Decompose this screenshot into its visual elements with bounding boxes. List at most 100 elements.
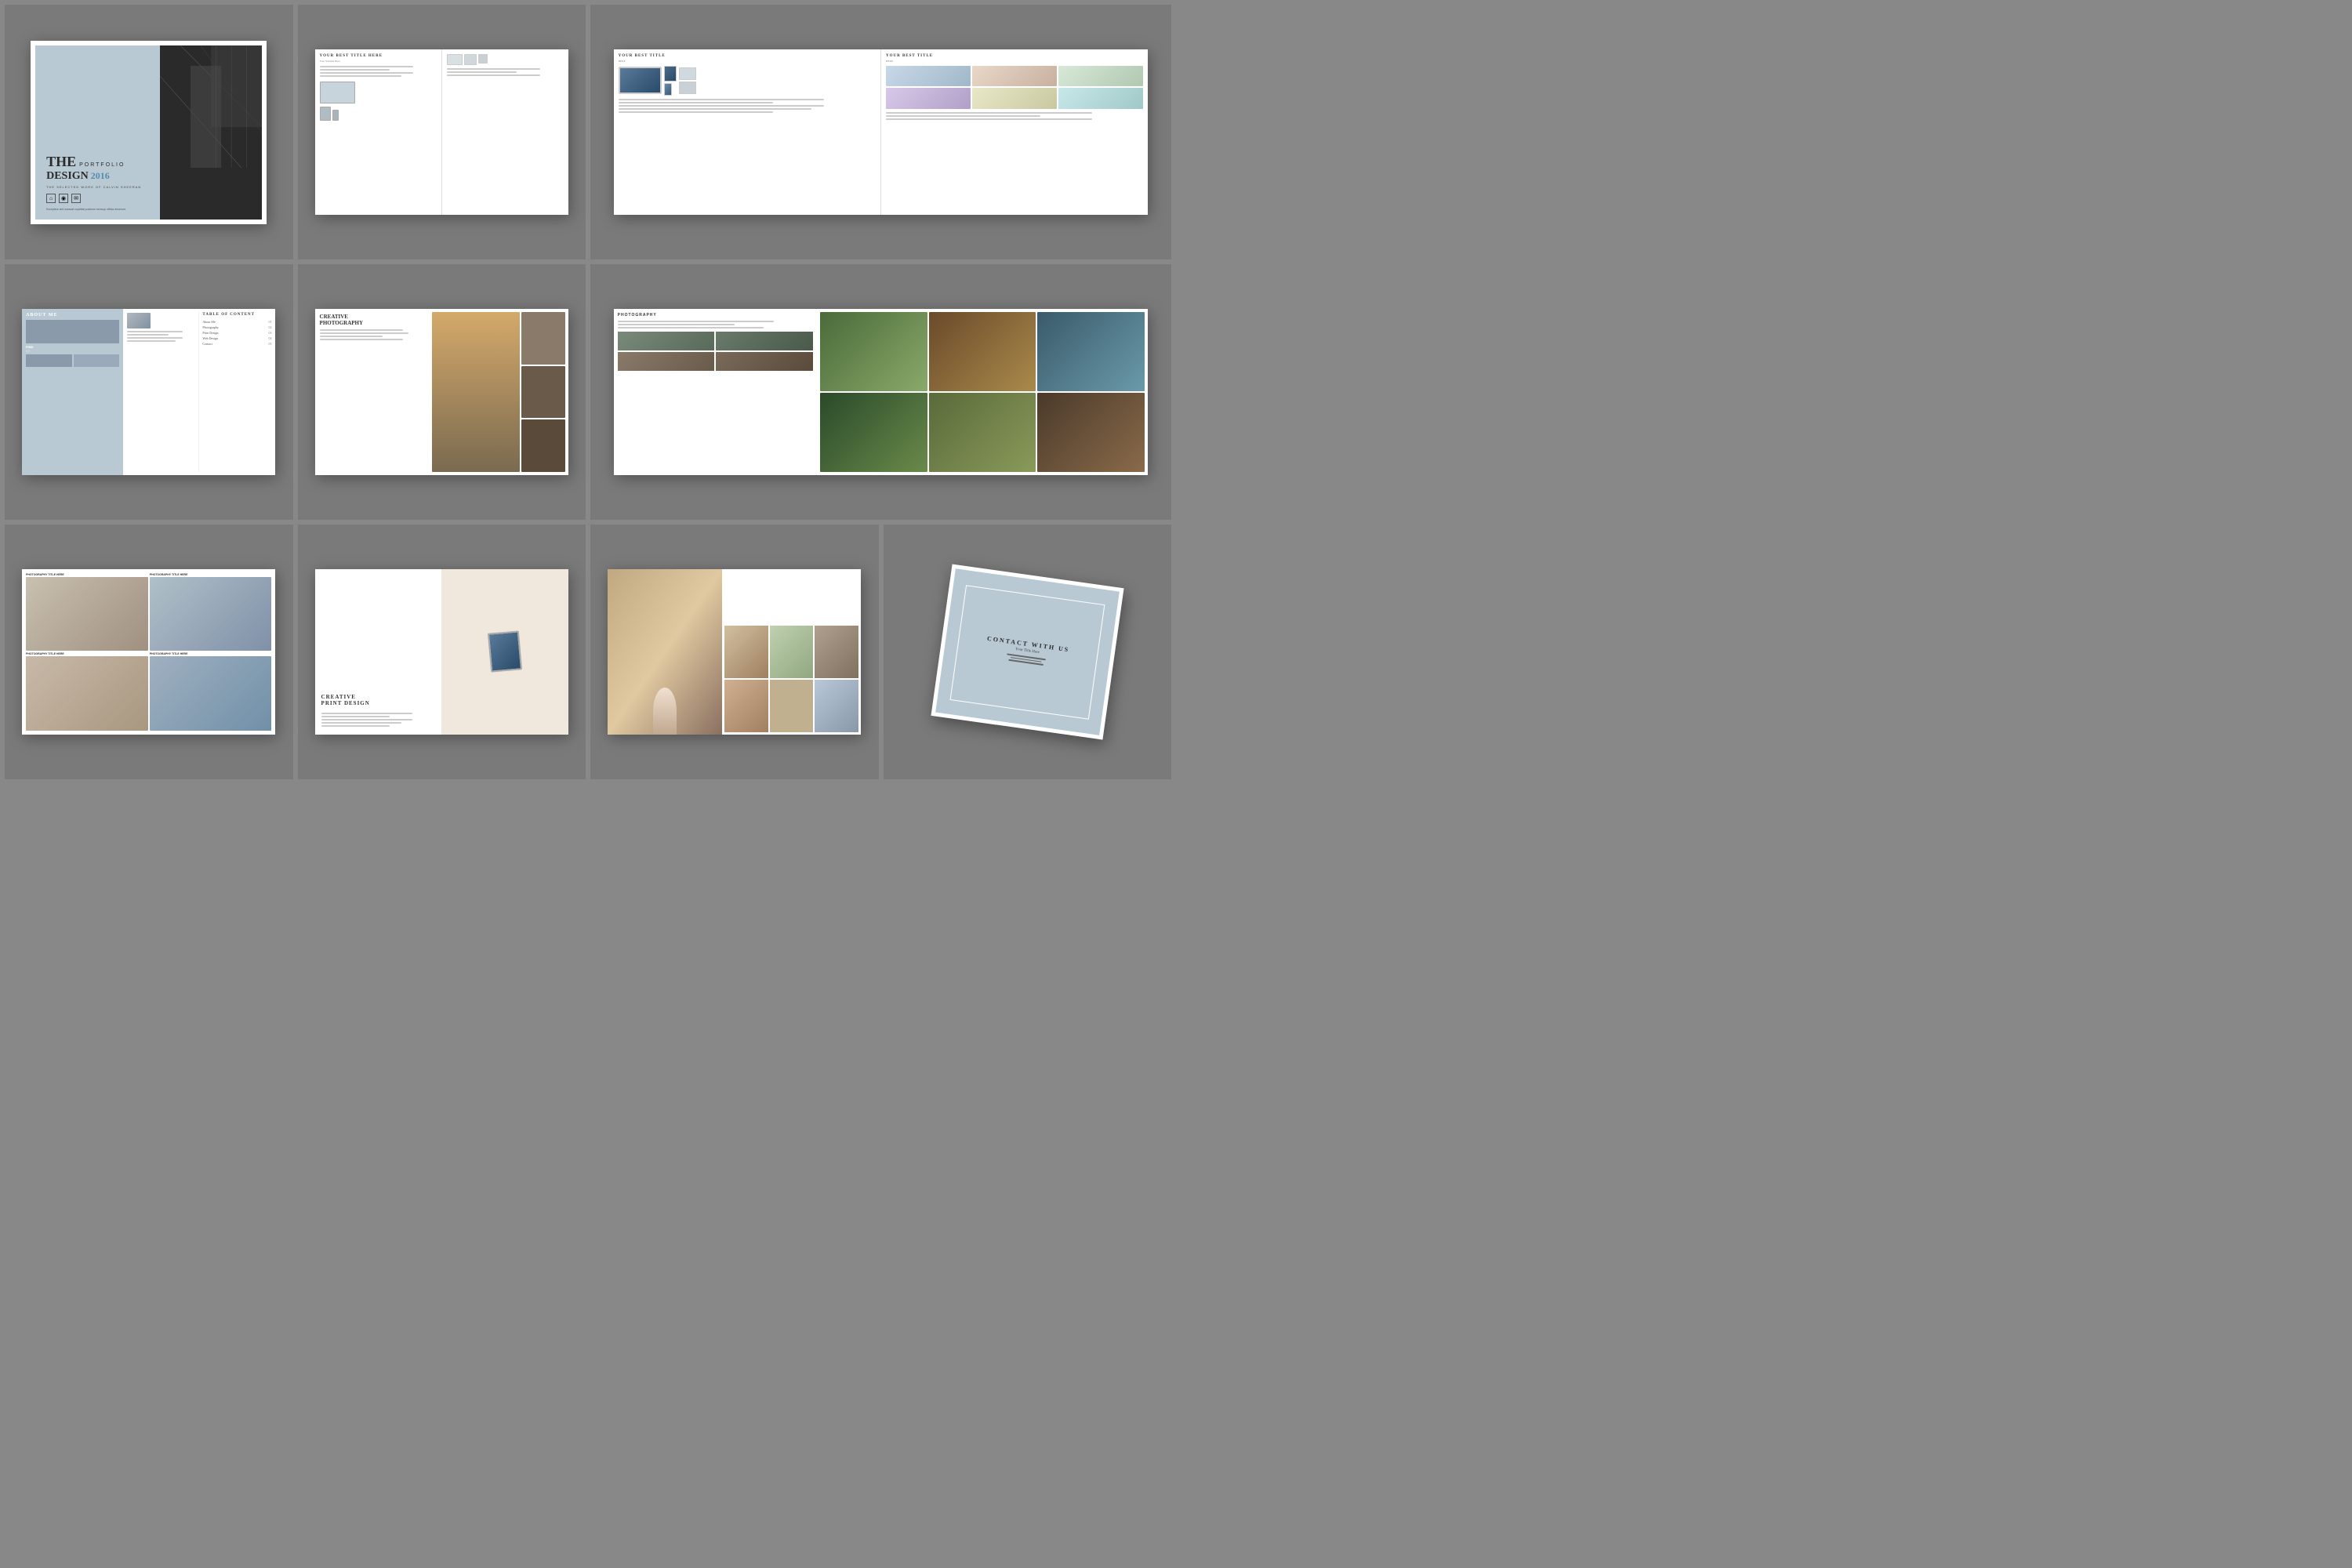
thumb-3	[521, 419, 565, 471]
print-design-right	[441, 569, 568, 735]
toc-heading: TABLE OF CONTENT	[202, 313, 271, 317]
cell-cover: THE PORTFOLIO DESIGN 2016 THE SELECTED W…	[5, 5, 293, 260]
tl1	[447, 68, 540, 70]
abt2	[127, 334, 169, 336]
about-booklet: ABOUT ME FIND ME TABLE OF CON	[22, 309, 275, 474]
mp-main-grid	[817, 309, 1149, 474]
ptl3	[320, 336, 383, 337]
cell-web-mockup-1: YOUR BEST TITLE HERE Your Subtitle Here	[298, 5, 586, 260]
l5	[619, 111, 773, 113]
icon-mail: ✉	[71, 194, 81, 203]
cell-about: ABOUT ME FIND ME TABLE OF CON	[5, 264, 293, 519]
photo-sm-2	[74, 354, 120, 367]
pg2	[972, 66, 1057, 87]
wm2r-lines	[886, 112, 1143, 120]
creative-label: CREATIVE	[320, 314, 425, 320]
cover-subtitle: THE SELECTED WORK OF CALVIN SHEERAN	[46, 185, 152, 189]
cover-right-page	[160, 45, 262, 220]
gphoto-4	[820, 393, 927, 472]
print-mockups-booklet: PHOTOGRAPHY TITLE HERE PHOTOGRAPHY TITLE…	[22, 569, 275, 735]
about-text-col	[127, 313, 199, 470]
photo-section-title: CREATIVE PHOTOGRAPHY	[320, 314, 425, 326]
wt-4	[724, 680, 768, 732]
thumb-1	[521, 312, 565, 364]
pdl4	[321, 722, 401, 724]
abt3	[127, 337, 182, 339]
ptl2	[320, 332, 408, 334]
tl2	[447, 71, 517, 73]
wedding-figure	[653, 688, 677, 735]
cell-contact-card: CONTACT WITH US Your Title Here	[884, 524, 1172, 779]
text-line-3	[320, 72, 413, 74]
mpg3	[618, 352, 715, 371]
pdl3	[321, 719, 413, 720]
frame-2	[679, 82, 696, 94]
pi-img-4	[150, 656, 272, 731]
mpl2	[618, 324, 735, 325]
tl3	[447, 74, 540, 76]
print-design-booklet: CREATIVE PRINT DESIGN	[315, 569, 568, 735]
photography-label: PHOTOGRAPHY	[320, 320, 425, 326]
wm2-lines	[619, 99, 876, 113]
print-design-label: PRINT DESIGN	[321, 700, 436, 706]
pi-img-3	[26, 656, 148, 731]
print-item-2: PHOTOGRAPHY TITLE HERE	[150, 573, 272, 652]
gphoto-5	[929, 393, 1036, 472]
cover-title-portfolio: PORTFOLIO	[79, 162, 125, 168]
cover-architecture-svg	[160, 45, 262, 168]
cover-title-year: 2016	[91, 170, 110, 182]
thumb-2	[521, 366, 565, 418]
laptop-device	[320, 82, 355, 103]
wm2-left: YOUR BEST TITLE HERE	[614, 49, 880, 215]
mpl1	[618, 321, 774, 322]
print-grid: PHOTOGRAPHY TITLE HERE PHOTOGRAPHY TITLE…	[26, 573, 271, 731]
about-page-left: ABOUT ME FIND ME	[22, 309, 123, 474]
mpg2	[716, 332, 813, 350]
l3	[619, 105, 825, 107]
cell-photography: CREATIVE PHOTOGRAPHY	[298, 264, 586, 519]
wm2-frames	[679, 67, 696, 94]
about-small-photos	[26, 354, 119, 367]
abt1	[127, 331, 182, 332]
toc-item-3: Print Design 03	[202, 331, 271, 335]
cell-multi-photo: PHOTOGRAPHY	[590, 264, 1171, 519]
mp-small-grid	[618, 332, 813, 371]
toc-item-1: About Me 01	[202, 320, 271, 324]
icon-home: ⌂	[46, 194, 56, 203]
mpl3	[618, 327, 764, 328]
wedding-right-page	[722, 569, 862, 735]
toc-item-2: Photography 02	[202, 325, 271, 329]
tablet-print-mockup	[488, 631, 522, 673]
print-item-3: PHOTOGRAPHY TITLE HERE	[26, 652, 148, 731]
about-page-right: TABLE OF CONTENT About Me 01 Photography…	[123, 309, 275, 474]
about-portrait	[127, 313, 151, 328]
about-main-photo	[26, 320, 119, 343]
wm1-title: YOUR BEST TITLE HERE	[320, 54, 437, 58]
multi-photo-booklet: PHOTOGRAPHY	[614, 309, 1149, 474]
web-mockup-1-booklet: YOUR BEST TITLE HERE Your Subtitle Here	[315, 49, 568, 215]
print-item-1: PHOTOGRAPHY TITLE HERE	[26, 573, 148, 652]
ptl1	[320, 329, 404, 331]
mp-title: PHOTOGRAPHY	[618, 313, 813, 318]
pg6	[1058, 88, 1143, 109]
cover-title-the: THE	[46, 154, 76, 170]
wm1-subtitle: Your Subtitle Here	[320, 60, 437, 63]
wm1-text	[320, 66, 437, 77]
cover-tagline: Excepteur sint sceacat cupidtat posteum …	[46, 208, 140, 212]
wm2-small-devices	[664, 66, 677, 96]
pg5	[972, 88, 1057, 109]
print-item-4: PHOTOGRAPHY TITLE HERE	[150, 652, 272, 731]
web-mockup-left: YOUR BEST TITLE HERE Your Subtitle Here	[315, 49, 441, 215]
name-desc: ME	[26, 350, 119, 353]
wedding-booklet	[608, 569, 861, 735]
wm2-title: YOUR BEST TITLE	[619, 54, 876, 58]
mp-text	[618, 321, 813, 328]
print-design-left: CREATIVE PRINT DESIGN	[315, 569, 442, 735]
wt-5	[770, 680, 814, 732]
pi-img-2	[150, 577, 272, 652]
text-line-1	[320, 66, 413, 67]
web-mockup-2-booklet: YOUR BEST TITLE HERE	[614, 49, 1149, 215]
cover-booklet: THE PORTFOLIO DESIGN 2016 THE SELECTED W…	[31, 41, 267, 224]
pi-img-1	[26, 577, 148, 652]
wedding-text	[724, 572, 859, 624]
